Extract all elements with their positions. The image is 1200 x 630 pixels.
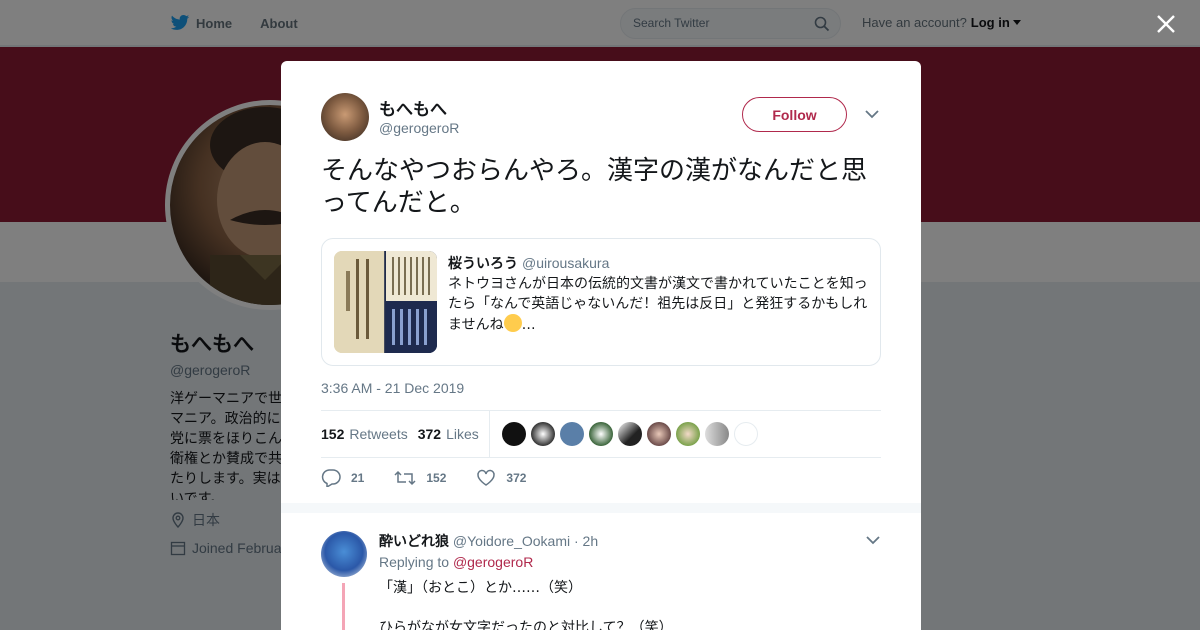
chevron-down-icon[interactable] [865,109,879,119]
liker-avatar[interactable] [733,422,758,446]
reply-author-handle[interactable]: @Yoidore_Ookami [453,533,570,549]
liker-avatar[interactable] [704,422,729,446]
likes-count: 372 [417,426,442,442]
replying-to: Replying to @gerogeroR [379,554,533,570]
liker-avatar[interactable] [675,422,700,446]
tweet-actions: 21 152 372 [321,469,556,487]
retweets-label: Retweets [349,426,408,442]
follow-button[interactable]: Follow [742,97,847,132]
tweet-stats: 152 Retweets 372 Likes [321,410,881,458]
quoted-author[interactable]: 桜ういろう @uirousakura [448,253,609,273]
retweets-stat[interactable]: 152 Retweets [321,426,408,442]
retweet-count: 152 [426,471,447,485]
reply-text-line: 「漢」（おとこ）とか……（笑） [379,580,582,596]
liker-avatar[interactable] [646,422,671,446]
document-image [334,251,437,353]
quoted-author-name: 桜ういろう [448,256,518,272]
liker-avatar[interactable] [530,422,555,446]
retweet-button[interactable]: 152 [394,470,446,486]
quoted-tweet-text: ネトウヨさんが日本の伝統的文書が漢文で書かれていたことを知ったら「なんで英語じゃ… [448,274,873,335]
reply-header: 酔いどれ狼 @Yoidore_Ookami · 2h [379,531,598,551]
quoted-author-handle: @uirousakura [522,255,610,271]
tweet-modal: もへもへ @gerogeroR Follow そんなやつおらんやろ。漢字の漢がな… [281,61,921,630]
reply-count: 21 [351,471,365,485]
heart-icon [477,469,496,486]
quoted-tweet[interactable]: 桜ういろう @uirousakura ネトウヨさんが日本の伝統的文書が漢文で書かれ… [321,238,881,366]
like-button[interactable]: 372 [476,469,526,487]
liker-avatar[interactable] [617,422,642,446]
tweet-text: そんなやつおらんやろ。漢字の漢がなんだと思ってんだと。 [321,156,868,218]
likes-label: Likes [446,426,479,442]
stats-divider [488,411,490,457]
tweet-timestamp[interactable]: 3:36 AM - 21 Dec 2019 [321,380,464,396]
reply-icon [321,469,341,487]
grinning-squinting-face-icon [503,314,522,332]
reply-section-divider [281,503,921,513]
chevron-down-icon[interactable] [866,535,880,545]
replying-to-handle[interactable]: @gerogeroR [453,554,533,570]
reply-author-name[interactable]: 酔いどれ狼 [379,534,449,550]
close-icon[interactable] [1155,13,1177,35]
reply-button[interactable]: 21 [321,469,364,487]
reply-author-avatar[interactable] [321,531,367,577]
reply-text-line: ひらがなが女文字だったのと対比して？（笑） [379,620,673,630]
quoted-tweet-image[interactable] [334,251,437,353]
liker-avatars [501,422,763,446]
author-name[interactable]: もへもへ [379,95,447,120]
retweet-icon [394,470,416,486]
reply-time[interactable]: · 2h [574,533,598,549]
likes-stat[interactable]: 372 Likes [418,426,479,442]
liker-avatar[interactable] [588,422,613,446]
quoted-ellipsis: … [521,317,536,333]
like-count: 372 [506,471,527,485]
liker-avatar[interactable] [559,422,584,446]
author-handle[interactable]: @gerogeroR [379,120,459,136]
retweets-count: 152 [321,426,345,442]
author-avatar[interactable] [321,93,369,141]
thread-line [342,583,345,630]
replying-to-label: Replying to [379,554,450,570]
liker-avatar[interactable] [501,422,526,446]
